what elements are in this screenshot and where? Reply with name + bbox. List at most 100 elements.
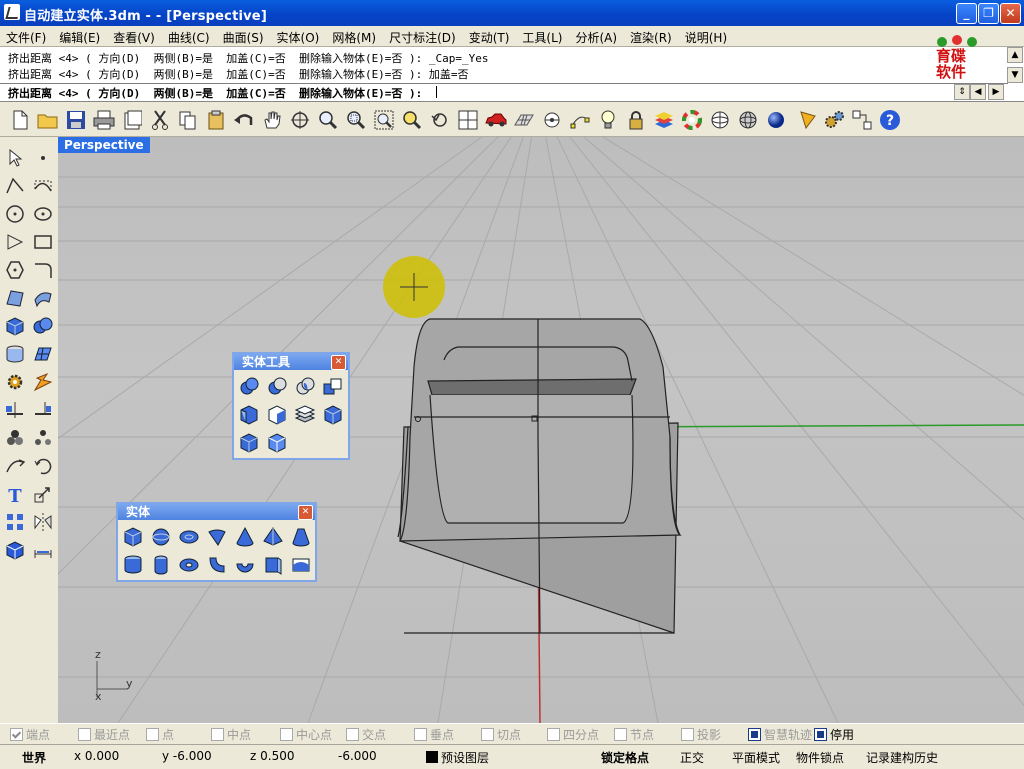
surface-corner-icon[interactable] [3,286,27,310]
shell-icon[interactable] [294,404,316,426]
boolean-split-icon[interactable] [322,376,344,398]
make-solid-icon[interactable] [3,538,27,562]
menu-edit[interactable]: 编辑(E) [53,26,107,45]
save-icon[interactable] [64,108,88,132]
group-icon[interactable] [3,426,27,450]
solid-extrude-face-icon[interactable] [266,432,288,454]
history-prev-arrow[interactable]: ◀ [970,84,986,100]
scale-icon[interactable] [31,482,55,506]
ungroup-icon[interactable] [31,426,55,450]
ellipsoid-icon[interactable] [178,526,200,548]
pan-hand-icon[interactable] [260,108,284,132]
checkbox-icon[interactable] [748,727,761,741]
cap-holes-icon[interactable] [322,404,344,426]
close-toolbar-button[interactable]: ✕ [298,505,313,520]
rhino-app-icon[interactable] [4,4,20,20]
checkbox-icon[interactable] [211,727,224,741]
light-bulb-icon[interactable] [596,108,620,132]
boolean-union-icon[interactable] [31,314,55,338]
cylinder-icon[interactable] [122,554,144,576]
coord-system[interactable]: 世界 [22,749,46,766]
mesh-cylinder-icon[interactable] [3,342,27,366]
text-object-icon[interactable]: T [3,482,27,506]
checkbox-icon[interactable] [346,727,359,741]
menu-view[interactable]: 查看(V) [107,26,162,45]
help-icon[interactable]: ? [878,108,902,132]
menu-transform[interactable]: 变动(T) [463,26,517,45]
close-button[interactable]: ✕ [1000,3,1021,24]
rendered-sphere-icon[interactable] [764,108,788,132]
sphere-icon[interactable] [150,526,172,548]
zoom-dynamic-icon[interactable] [316,108,340,132]
properties-icon[interactable] [120,108,144,132]
close-toolbar-button[interactable]: ✕ [331,355,346,370]
arc-icon[interactable] [3,230,27,254]
perspective-viewport[interactable]: Perspective z y x [58,137,1024,723]
select-points-icon[interactable] [568,108,592,132]
osnap-near[interactable]: 最近点 [78,726,130,742]
rotate-view-icon[interactable] [288,108,312,132]
osnap-intersection[interactable]: 交点 [346,726,386,742]
osnap-tangent[interactable]: 切点 [481,726,521,742]
checkbox-icon[interactable] [146,727,159,741]
truncated-cone-icon[interactable] [290,526,312,548]
extrude-curve-icon[interactable] [262,554,284,576]
osnap-quadrant[interactable]: 四分点 [547,726,599,742]
boolean-intersection-icon[interactable] [294,376,316,398]
menu-tools[interactable]: 工具(L) [516,26,569,45]
point-icon[interactable] [31,146,55,170]
dimension-icon[interactable] [31,538,55,562]
paraboloid-icon[interactable] [206,526,228,548]
color-wheel-icon[interactable] [680,108,704,132]
checkbox-icon[interactable] [280,727,293,741]
car-render-icon[interactable] [484,108,508,132]
viewport-title-tab[interactable]: Perspective [58,137,150,153]
menu-curve[interactable]: 曲线(C) [162,26,217,45]
shaded-sphere-icon[interactable] [736,108,760,132]
menu-file[interactable]: 文件(F) [0,26,53,45]
osnap-smarttrack[interactable]: 智慧轨迹 [748,726,812,742]
pipe-curved-icon[interactable] [234,554,256,576]
four-viewports-icon[interactable] [456,108,480,132]
osnap-project[interactable]: 投影 [681,726,721,742]
curve-cv-icon[interactable] [31,174,55,198]
grid-surface-icon[interactable] [512,108,536,132]
checkbox-icon[interactable] [481,727,494,741]
checkbox-icon[interactable] [681,727,694,741]
lock-icon[interactable] [624,108,648,132]
fillet-edge-icon[interactable] [266,404,288,426]
planar-toggle[interactable]: 平面模式 [732,749,780,766]
tube-icon[interactable] [150,554,172,576]
checkbox-icon[interactable] [814,727,827,741]
explode-icon[interactable] [31,370,55,394]
array-icon[interactable] [3,510,27,534]
osnap-toggle[interactable]: 物件锁点 [796,749,844,766]
layers-icon[interactable] [652,108,676,132]
fillet-curve-icon[interactable] [31,258,55,282]
osnap-perpendicular[interactable]: 垂点 [414,726,454,742]
options-gear-icon[interactable] [822,108,846,132]
rectangle-icon[interactable] [31,230,55,254]
checkbox-icon[interactable] [78,727,91,741]
restore-button[interactable]: ❐ [978,3,999,24]
transform-gear-icon[interactable] [3,370,27,394]
box-icon[interactable] [122,526,144,548]
checkbox-icon[interactable] [414,727,427,741]
spin-updown[interactable]: ⇕ [954,84,970,100]
render-cone-icon[interactable] [796,108,820,132]
cut-icon[interactable] [148,108,172,132]
record-history-toggle[interactable]: 记录建构历史 [866,749,938,766]
copy-icon[interactable] [176,108,200,132]
scroll-up-arrow[interactable]: ▲ [1007,47,1023,63]
menu-solid[interactable]: 实体(O) [271,26,327,45]
history-next-arrow[interactable]: ▶ [988,84,1004,100]
snap-toggle[interactable]: 锁定格点 [601,749,649,766]
scroll-down-arrow[interactable]: ▼ [1007,67,1023,83]
torus-icon[interactable] [178,554,200,576]
boolean-union-icon[interactable] [238,376,260,398]
solid-box-icon[interactable] [3,314,27,338]
pyramid-icon[interactable] [262,526,284,548]
trim-icon[interactable] [3,398,27,422]
circle-icon[interactable] [3,202,27,226]
select-arrow-icon[interactable] [3,146,27,170]
